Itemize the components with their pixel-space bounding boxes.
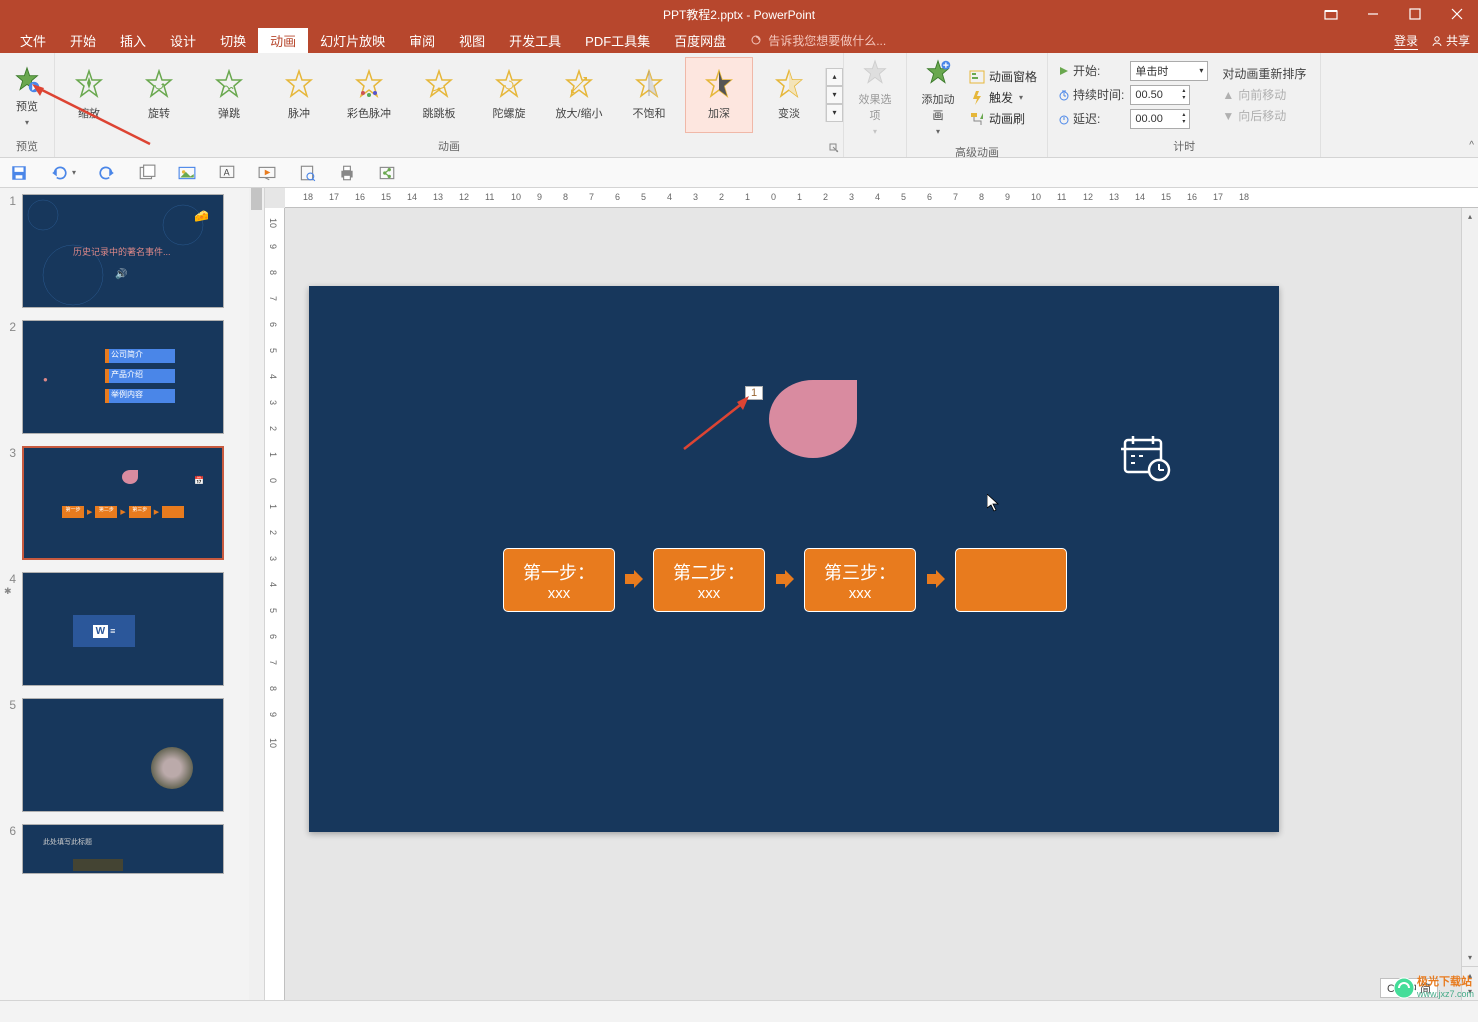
pink-shape[interactable] [769, 380, 857, 458]
thumbnail-3[interactable]: 3 📅 第一步 ▶ 第二步 ▶ 第三步 ▶ [0, 440, 264, 566]
tab-insert[interactable]: 插入 [108, 28, 158, 53]
ribbon: 预览 ▾ 预览 缩放 旋转 弹跳 脉冲 [0, 53, 1478, 158]
qat-share[interactable] [378, 164, 396, 182]
move-earlier-button: ▲向前移动 [1222, 86, 1306, 103]
step3-box[interactable]: 第三步： xxx [804, 548, 916, 612]
login-link[interactable]: 登录 [1394, 32, 1418, 50]
start-select[interactable]: 单击时▾ [1130, 61, 1208, 81]
duration-input[interactable]: 00.50▴▾ [1130, 85, 1190, 105]
gallery-down[interactable]: ▾ [826, 86, 843, 104]
cursor-icon [987, 494, 1001, 512]
svg-text:A: A [224, 167, 230, 177]
slide-thumbnails: 1 🧀 历史记录中的著名事件... 🔊 2 公司简介 产品介绍 举例内容 ● 3… [0, 188, 265, 1000]
delay-label: 延迟: [1058, 110, 1124, 127]
horizontal-ruler: 1817161514131211109876543210123456789101… [285, 188, 1478, 208]
thumbnail-1[interactable]: 1 🧀 历史记录中的著名事件... 🔊 [0, 188, 264, 314]
tab-view[interactable]: 视图 [447, 28, 497, 53]
move-later-button: ▼向后移动 [1222, 107, 1306, 124]
minimize-button[interactable] [1352, 0, 1394, 28]
reorder-title: 对动画重新排序 [1222, 65, 1306, 82]
anim-bounce[interactable]: 弹跳 [195, 57, 263, 133]
anim-spiral[interactable]: 陀螺旋 [475, 57, 543, 133]
anim-group-launcher[interactable] [829, 143, 839, 153]
tab-home[interactable]: 开始 [58, 28, 108, 53]
anim-lighten[interactable]: 变淡 [755, 57, 823, 133]
tab-transitions[interactable]: 切换 [208, 28, 258, 53]
slide-canvas[interactable]: 1 [309, 286, 1279, 832]
anim-darken[interactable]: 加深 [685, 57, 753, 133]
qat-print-preview[interactable] [298, 164, 316, 182]
step-arrow-1[interactable] [623, 568, 645, 590]
tell-me-search[interactable]: 告诉我您想要做什么... [750, 28, 886, 53]
tell-me-placeholder: 告诉我您想要做什么... [768, 32, 886, 49]
qat-image[interactable] [178, 164, 196, 182]
slide-editor: 1817161514131211109876543210123456789101… [265, 188, 1478, 1000]
qat-redo[interactable] [98, 164, 116, 182]
maximize-button[interactable] [1394, 0, 1436, 28]
annotation-arrow-2 [679, 394, 759, 454]
qat-new-slide[interactable] [138, 164, 156, 182]
animation-painter-button[interactable]: 动画刷 [969, 110, 1037, 127]
anim-desaturate[interactable]: 不饱和 [615, 57, 683, 133]
anim-growshrink[interactable]: 放大/缩小 [545, 57, 613, 133]
trigger-button[interactable]: 触发 ▾ [969, 89, 1037, 106]
window-title: PPT教程2.pptx - PowerPoint [663, 6, 815, 23]
collapse-ribbon[interactable]: ^ [1469, 140, 1474, 151]
anim-group-label: 动画 [55, 136, 843, 157]
close-button[interactable] [1436, 0, 1478, 28]
title-bar: PPT教程2.pptx - PowerPoint [0, 0, 1478, 28]
thumbnail-2[interactable]: 2 公司简介 产品介绍 举例内容 ● [0, 314, 264, 440]
duration-label: 持续时间: [1058, 86, 1124, 103]
tab-baidu[interactable]: 百度网盘 [662, 28, 738, 53]
gallery-more[interactable]: ▾ [826, 104, 843, 122]
anim-colorpulse[interactable]: 彩色脉冲 [335, 57, 403, 133]
qat-save[interactable] [10, 164, 28, 182]
start-label: 开始: [1058, 62, 1124, 79]
tab-file[interactable]: 文件 [8, 28, 58, 53]
effect-options-button: 效果选项 ▾ [850, 55, 900, 140]
thumbnail-scrollbar[interactable] [249, 188, 264, 1000]
tab-animations[interactable]: 动画 [258, 28, 308, 53]
thumbnail-6[interactable]: 6 此处填写此标题 [0, 818, 264, 880]
step2-box[interactable]: 第二步： xxx [653, 548, 765, 612]
qat-slideshow-current[interactable] [258, 164, 276, 182]
tab-pdf[interactable]: PDF工具集 [573, 28, 662, 53]
qat-text-box[interactable]: A [218, 164, 236, 182]
tab-slideshow[interactable]: 幻灯片放映 [308, 28, 397, 53]
step-arrow-2[interactable] [774, 568, 796, 590]
anim-pulse[interactable]: 脉冲 [265, 57, 333, 133]
status-bar [0, 1000, 1478, 1022]
step1-box[interactable]: 第一步： xxx [503, 548, 615, 612]
share-button[interactable]: 共享 [1430, 32, 1470, 49]
tab-developer[interactable]: 开发工具 [497, 28, 573, 53]
annotation-arrow-1 [30, 84, 160, 154]
delay-input[interactable]: 00.00▴▾ [1130, 109, 1190, 129]
animation-pane-button[interactable]: 动画窗格 [969, 68, 1037, 85]
step-arrow-3[interactable] [925, 568, 947, 590]
add-animation-button[interactable]: 添加动画 ▾ [913, 55, 963, 140]
anim-teeter[interactable]: 跳跳板 [405, 57, 473, 133]
ribbon-opts-button[interactable] [1310, 0, 1352, 28]
tab-review[interactable]: 审阅 [397, 28, 447, 53]
tab-design[interactable]: 设计 [158, 28, 208, 53]
timing-group-label: 计时 [1048, 136, 1320, 157]
thumbnail-4[interactable]: 4✱ W ≡ [0, 566, 264, 692]
ribbon-tabs: 文件 开始 插入 设计 切换 动画 幻灯片放映 审阅 视图 开发工具 PDF工具… [0, 28, 1478, 53]
step4-box[interactable] [955, 548, 1067, 612]
qat-undo[interactable] [50, 164, 68, 182]
quick-access-toolbar: ▾ A [0, 158, 1478, 188]
thumbnail-5[interactable]: 5 [0, 692, 264, 818]
qat-quick-print[interactable] [338, 164, 356, 182]
vertical-ruler: 10987654321012345678910 [265, 208, 285, 1000]
editor-vertical-scrollbar[interactable]: ▴ ▾ ▴ ▾ [1461, 208, 1478, 1000]
calendar-clock-icon[interactable] [1121, 432, 1171, 482]
advanced-group-label: 高级动画 [907, 142, 1047, 163]
watermark: 极光下载站 www.jxz7.com [1393, 976, 1474, 1000]
gallery-up[interactable]: ▴ [826, 68, 843, 86]
